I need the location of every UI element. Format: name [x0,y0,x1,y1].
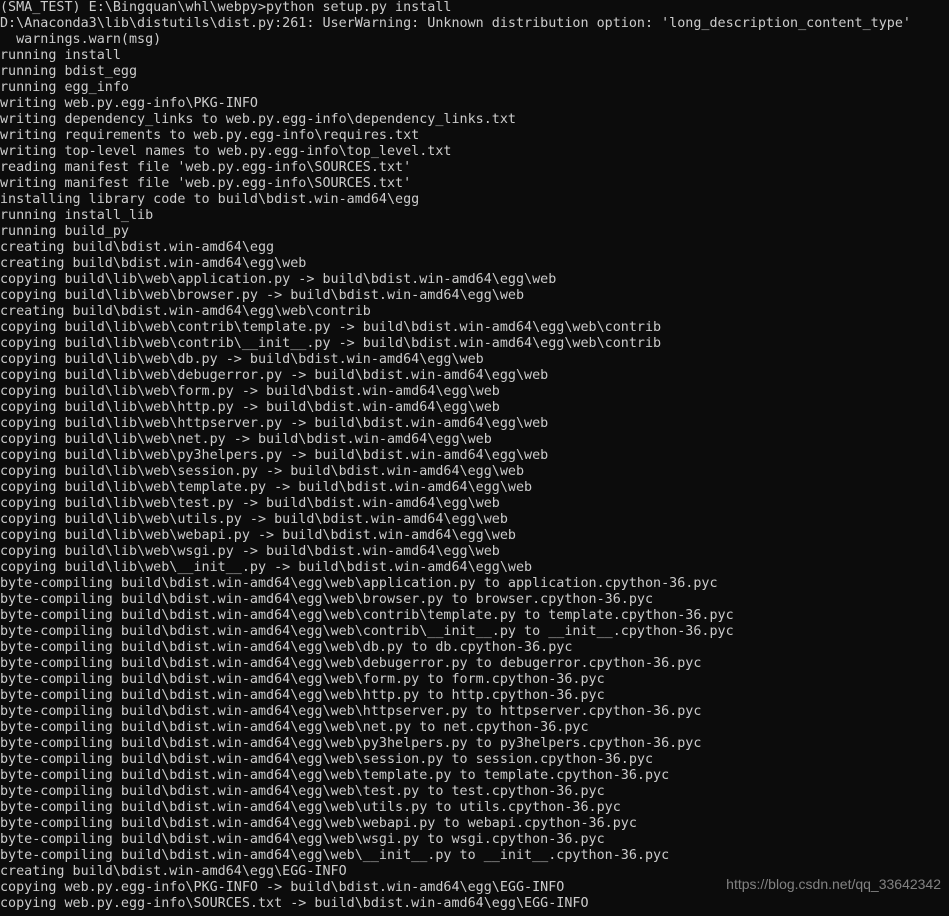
console-line: byte-compiling build\bdist.win-amd64\egg… [0,752,654,767]
console-line: copying build\lib\web\net.py -> build\bd… [0,432,492,447]
console-line: copying build\lib\web\webapi.py -> build… [0,528,516,543]
console-output[interactable]: (SMA_TEST) E:\Bingquan\whl\webpy>python … [0,0,949,912]
console-line: copying web.py.egg-info\SOURCES.txt -> b… [0,896,589,911]
console-line: running build_py [0,224,129,239]
console-line: copying build\lib\web\py3helpers.py -> b… [0,448,549,463]
console-line: byte-compiling build\bdist.win-amd64\egg… [0,816,637,831]
console-line: copying build\lib\web\template.py -> bui… [0,480,533,495]
console-line: byte-compiling build\bdist.win-amd64\egg… [0,736,702,751]
console-line: copying build\lib\web\contrib\template.p… [0,320,662,335]
console-line: copying build\lib\web\wsgi.py -> build\b… [0,544,500,559]
console-line: byte-compiling build\bdist.win-amd64\egg… [0,784,605,799]
console-line: running install_lib [0,208,154,223]
console-line: copying build\lib\web\httpserver.py -> b… [0,416,549,431]
console-line: creating build\bdist.win-amd64\egg [0,240,275,255]
console-line: byte-compiling build\bdist.win-amd64\egg… [0,768,670,783]
console-line: copying build\lib\web\contrib\__init__.p… [0,336,662,351]
console-line: byte-compiling build\bdist.win-amd64\egg… [0,576,718,591]
console-line: copying build\lib\web\test.py -> build\b… [0,496,500,511]
console-line: running egg_info [0,80,129,95]
console-line: installing library code to build\bdist.w… [0,192,420,207]
console-line: byte-compiling build\bdist.win-amd64\egg… [0,672,605,687]
console-line: running install [0,48,121,63]
console-line: running bdist_egg [0,64,138,79]
console-line: reading manifest file 'web.py.egg-info\S… [0,160,412,175]
terminal-window[interactable]: (SMA_TEST) E:\Bingquan\whl\webpy>python … [0,0,949,916]
console-line: byte-compiling build\bdist.win-amd64\egg… [0,640,573,655]
console-line: byte-compiling build\bdist.win-amd64\egg… [0,720,589,735]
text-cursor [0,900,8,916]
console-line: copying build\lib\web\db.py -> build\bdi… [0,352,484,367]
console-line: copying build\lib\web\debugerror.py -> b… [0,368,549,383]
console-line: writing web.py.egg-info\PKG-INFO [0,96,258,111]
console-line: writing top-level names to web.py.egg-in… [0,144,452,159]
console-line: copying build\lib\web\application.py -> … [0,272,557,287]
console-line: byte-compiling build\bdist.win-amd64\egg… [0,832,605,847]
prompt-line: (SMA_TEST) E:\Bingquan\whl\webpy>python … [0,0,452,15]
console-line: writing dependency_links to web.py.egg-i… [0,112,516,127]
console-line: copying build\lib\web\http.py -> build\b… [0,400,500,415]
console-line: creating build\bdist.win-amd64\egg\EGG-I… [0,864,347,879]
console-line: copying build\lib\web\utils.py -> build\… [0,512,508,527]
console-line: byte-compiling build\bdist.win-amd64\egg… [0,592,654,607]
console-line: copying build\lib\web\browser.py -> buil… [0,288,525,303]
console-line: writing manifest file 'web.py.egg-info\S… [0,176,412,191]
console-line: byte-compiling build\bdist.win-amd64\egg… [0,656,702,671]
console-line: copying build\lib\web\form.py -> build\b… [0,384,500,399]
console-line: byte-compiling build\bdist.win-amd64\egg… [0,848,670,863]
console-line: writing requirements to web.py.egg-info\… [0,128,420,143]
console-line: byte-compiling build\bdist.win-amd64\egg… [0,800,621,815]
console-line: creating build\bdist.win-amd64\egg\web [0,256,307,271]
console-line: byte-compiling build\bdist.win-amd64\egg… [0,704,702,719]
console-line: byte-compiling build\bdist.win-amd64\egg… [0,624,734,639]
console-line: copying build\lib\web\__init__.py -> bui… [0,560,533,575]
console-line: byte-compiling build\bdist.win-amd64\egg… [0,688,605,703]
console-line: D:\Anaconda3\lib\distutils\dist.py:261: … [0,16,911,31]
console-line: copying web.py.egg-info\PKG-INFO -> buil… [0,880,565,895]
console-line: warnings.warn(msg) [0,32,162,47]
console-line: byte-compiling build\bdist.win-amd64\egg… [0,608,734,623]
console-line: copying build\lib\web\session.py -> buil… [0,464,525,479]
console-line: creating build\bdist.win-amd64\egg\web\c… [0,304,371,319]
